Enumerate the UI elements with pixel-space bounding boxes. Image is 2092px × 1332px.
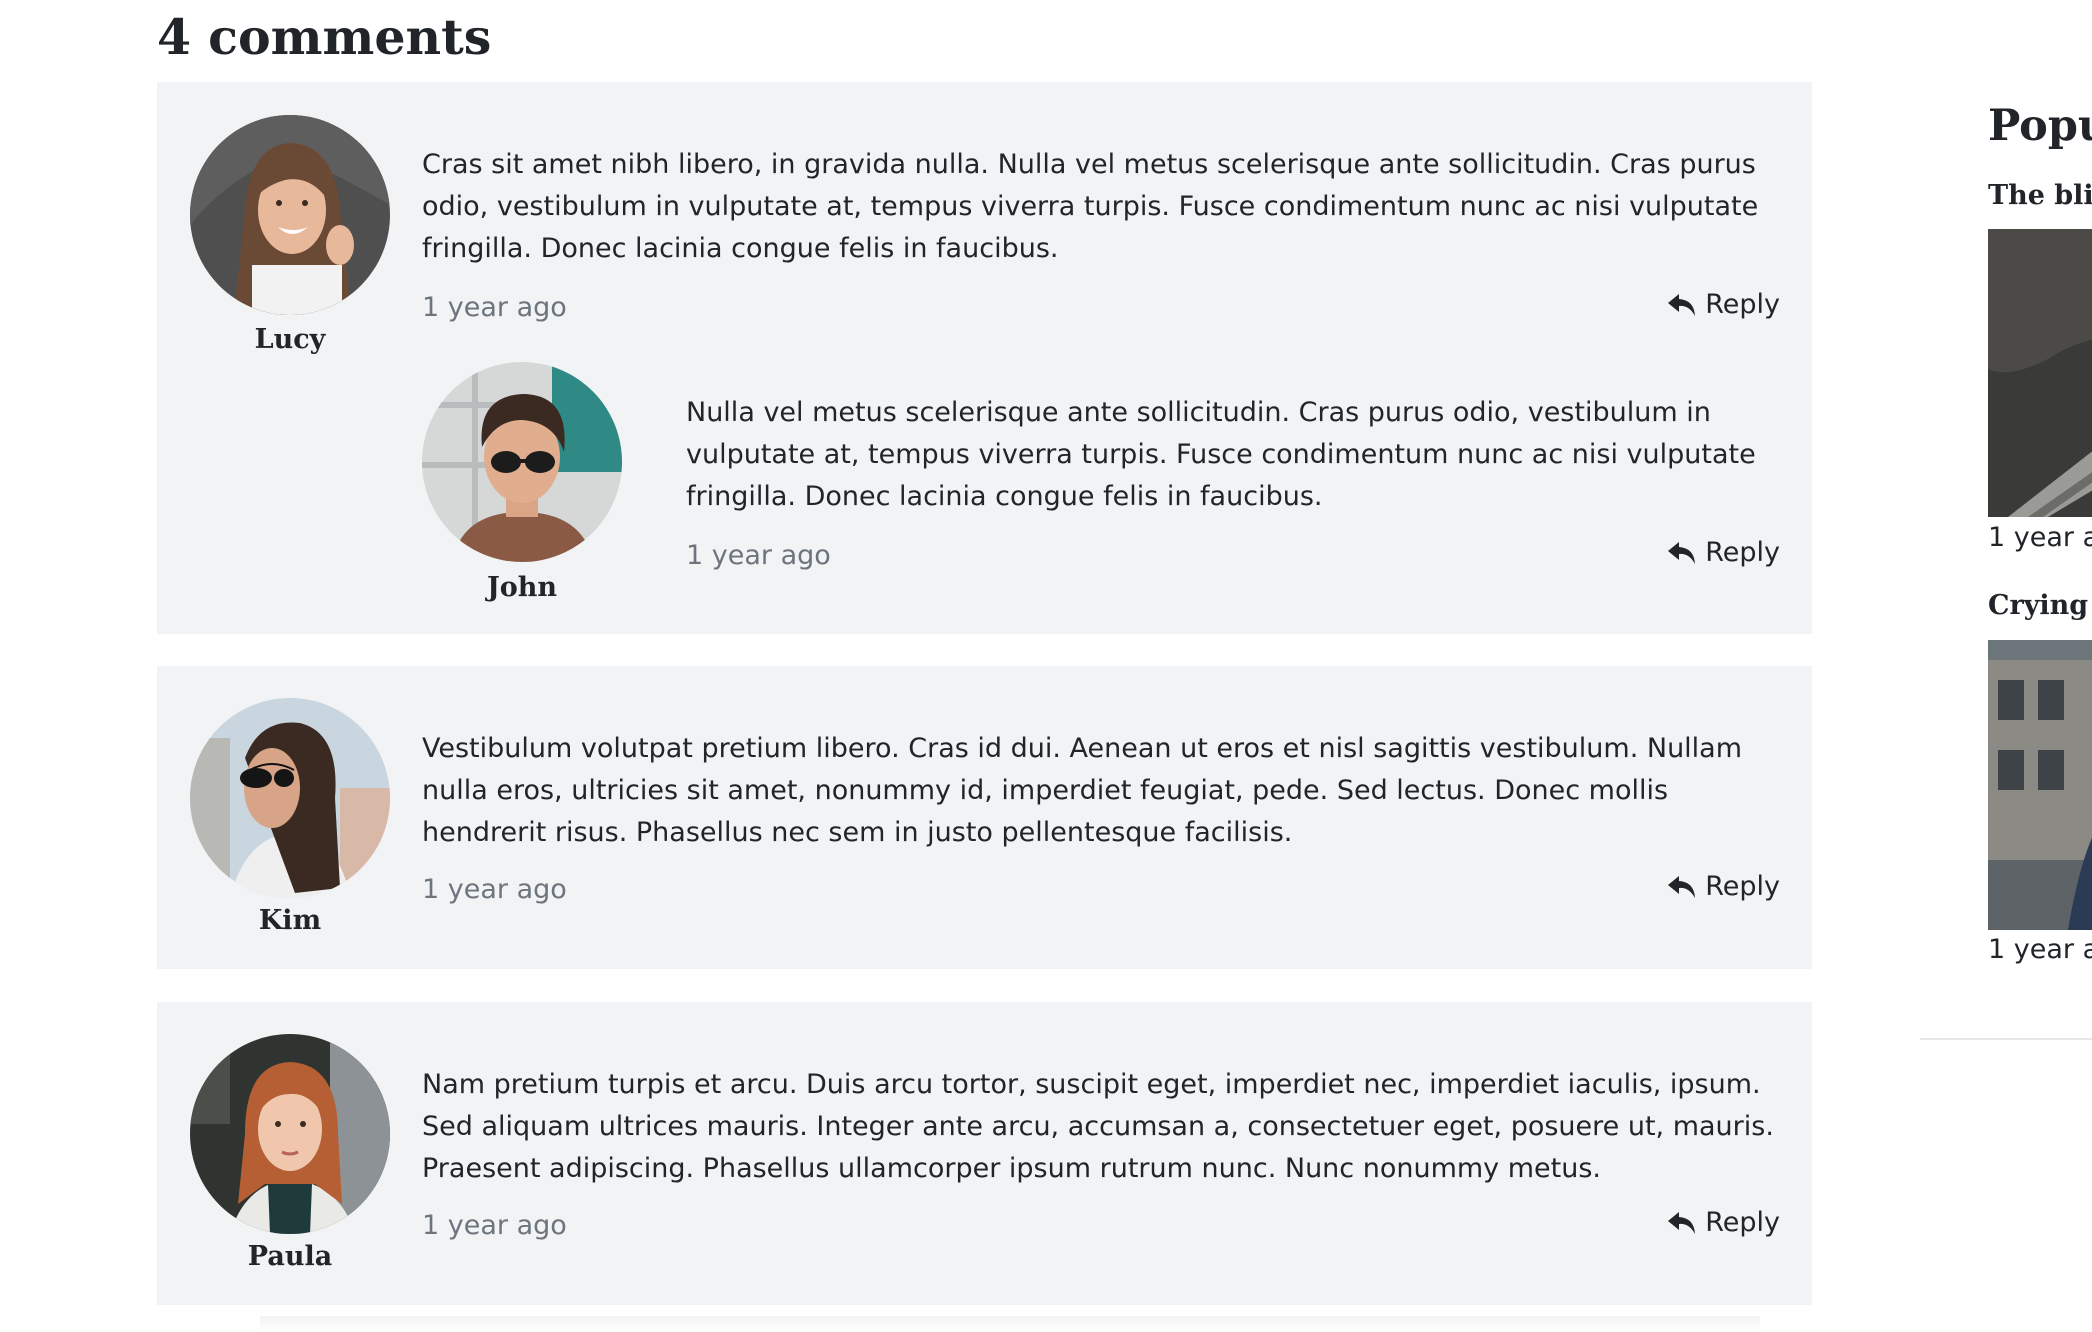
comment-timestamp: 1 year ago: [422, 874, 567, 905]
popular-post-title[interactable]: The blir: [1988, 180, 2092, 211]
popular-post-image[interactable]: [1988, 229, 2092, 517]
comment-author[interactable]: Kim: [190, 905, 390, 936]
avatar: [190, 115, 390, 315]
reply-icon: [1667, 292, 1697, 318]
comment-text: Nam pretium turpis et arcu. Duis arcu to…: [422, 1069, 1774, 1184]
reply-button[interactable]: Reply: [1667, 537, 1780, 568]
comment-text: Vestibulum volutpat pretium libero. Cras…: [422, 733, 1743, 848]
reply-label: Reply: [1705, 537, 1780, 568]
reply-label: Reply: [1705, 1207, 1780, 1238]
reply-icon: [1667, 874, 1697, 900]
card-shadow: [260, 1316, 1760, 1332]
comment-timestamp: 1 year ago: [422, 1210, 567, 1241]
comment-author[interactable]: John: [422, 572, 622, 603]
comment-timestamp: 1 year ago: [422, 292, 567, 323]
avatar: [190, 1034, 390, 1234]
reply-button[interactable]: Reply: [1667, 289, 1780, 320]
reply-icon: [1667, 1210, 1697, 1236]
comment-card: Paula Nam pretium turpis et arcu. Duis a…: [157, 1002, 1812, 1305]
reply-icon: [1667, 540, 1697, 566]
popular-post-title[interactable]: Crying c: [1988, 590, 2092, 621]
comment-author[interactable]: Paula: [190, 1241, 390, 1272]
avatar: [190, 698, 390, 898]
popular-post-time: 1 year a: [1988, 934, 2092, 965]
comment-text: Cras sit amet nibh libero, in gravida nu…: [422, 149, 1759, 264]
reply-button[interactable]: Reply: [1667, 1207, 1780, 1238]
popular-post-image[interactable]: [1988, 640, 2092, 930]
popular-post-time: 1 year a: [1988, 522, 2092, 553]
comment-card: Kim Vestibulum volutpat pretium libero. …: [157, 666, 1812, 969]
comment-timestamp: 1 year ago: [686, 540, 831, 571]
reply-button[interactable]: Reply: [1667, 871, 1780, 902]
comment-text: Nulla vel metus scelerisque ante sollici…: [686, 397, 1756, 512]
comment-card: Lucy Cras sit amet nibh libero, in gravi…: [157, 82, 1812, 634]
comments-heading: 4 comments: [157, 8, 492, 66]
sidebar-divider: [1920, 1038, 2092, 1040]
avatar: [422, 362, 622, 562]
reply-label: Reply: [1705, 289, 1780, 320]
reply-label: Reply: [1705, 871, 1780, 902]
sidebar-title: Popu: [1988, 101, 2092, 151]
comment-author[interactable]: Lucy: [190, 324, 390, 355]
